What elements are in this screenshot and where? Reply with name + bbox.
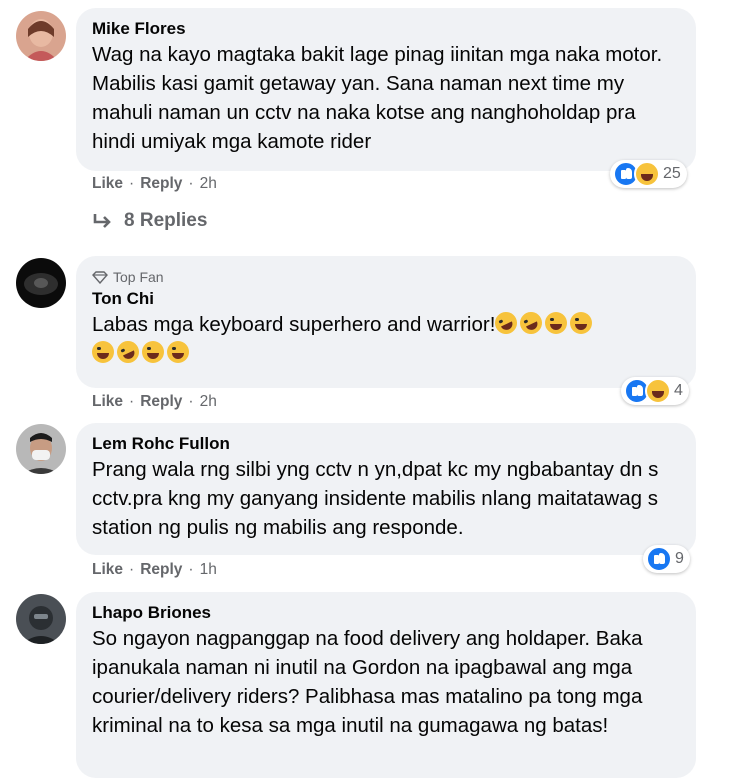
diamond-icon: [92, 270, 108, 284]
rofl-emoji-icon: [516, 308, 547, 338]
reaction-summary[interactable]: 9: [643, 545, 690, 573]
comment-actions: Like · Reply · 2h: [92, 393, 217, 411]
comment-text: Prang wala rng silbi yng cctv n yn,dpat …: [92, 458, 659, 539]
reaction-count: 9: [675, 550, 684, 567]
rofl-emoji-icon: [113, 337, 143, 367]
reaction-summary[interactable]: 25: [610, 160, 687, 188]
top-fan-badge: Top Fan: [92, 268, 680, 286]
timestamp[interactable]: 2h: [200, 175, 217, 193]
reply-button[interactable]: Reply: [140, 393, 182, 411]
like-button[interactable]: Like: [92, 175, 123, 193]
timestamp[interactable]: 1h: [200, 561, 217, 579]
view-replies-link[interactable]: 8 Replies: [92, 210, 207, 232]
timestamp[interactable]: 2h: [200, 393, 217, 411]
reaction-count: 25: [663, 165, 681, 182]
comment-bubble: Mike Flores Wag na kayo magtaka bakit la…: [76, 8, 696, 171]
like-reaction-icon: [646, 546, 672, 572]
avatar[interactable]: [16, 258, 66, 308]
laughing-emoji-icon: [167, 341, 189, 363]
commenter-name[interactable]: Ton Chi: [92, 288, 680, 310]
laughing-emoji-icon: [545, 312, 568, 334]
like-button[interactable]: Like: [92, 393, 123, 411]
commenter-name[interactable]: Mike Flores: [92, 18, 680, 40]
comment-text: Labas mga keyboard superhero and warrior…: [92, 313, 496, 336]
commenter-name[interactable]: Lhapo Briones: [92, 602, 680, 624]
comment-actions: Like · Reply · 2h: [92, 175, 217, 193]
comment-text-wrap: Labas mga keyboard superhero and warrior…: [92, 308, 680, 368]
avatar[interactable]: [16, 594, 66, 644]
replies-count[interactable]: 8 Replies: [124, 210, 207, 232]
reaction-summary[interactable]: 4: [621, 377, 689, 405]
commenter-name[interactable]: Lem Rohc Fullon: [92, 433, 680, 455]
haha-reaction-icon: [645, 378, 671, 404]
comment-bubble: Lhapo Briones So ngayon nagpanggap na fo…: [76, 592, 696, 778]
laughing-emoji-icon: [92, 341, 114, 363]
laughing-emoji-icon: [570, 312, 593, 334]
reply-arrow-icon: [93, 214, 111, 228]
haha-reaction-icon: [634, 161, 660, 187]
comment-text: So ngayon nagpanggap na food delivery an…: [92, 627, 643, 737]
comment-bubble: Lem Rohc Fullon Prang wala rng silbi yng…: [76, 423, 696, 555]
avatar[interactable]: [16, 11, 66, 61]
comment-actions: Like · Reply · 1h: [92, 561, 217, 579]
reply-button[interactable]: Reply: [140, 175, 182, 193]
reply-button[interactable]: Reply: [140, 561, 182, 579]
reaction-count: 4: [674, 382, 683, 399]
like-button[interactable]: Like: [92, 561, 123, 579]
avatar[interactable]: [16, 424, 66, 474]
comment-bubble: Top Fan Ton Chi Labas mga keyboard super…: [76, 256, 696, 388]
rofl-emoji-icon: [491, 308, 522, 338]
comment-text: Wag na kayo magtaka bakit lage pinag iin…: [92, 43, 663, 153]
badge-label: Top Fan: [113, 269, 164, 285]
laughing-emoji-icon: [142, 341, 164, 363]
